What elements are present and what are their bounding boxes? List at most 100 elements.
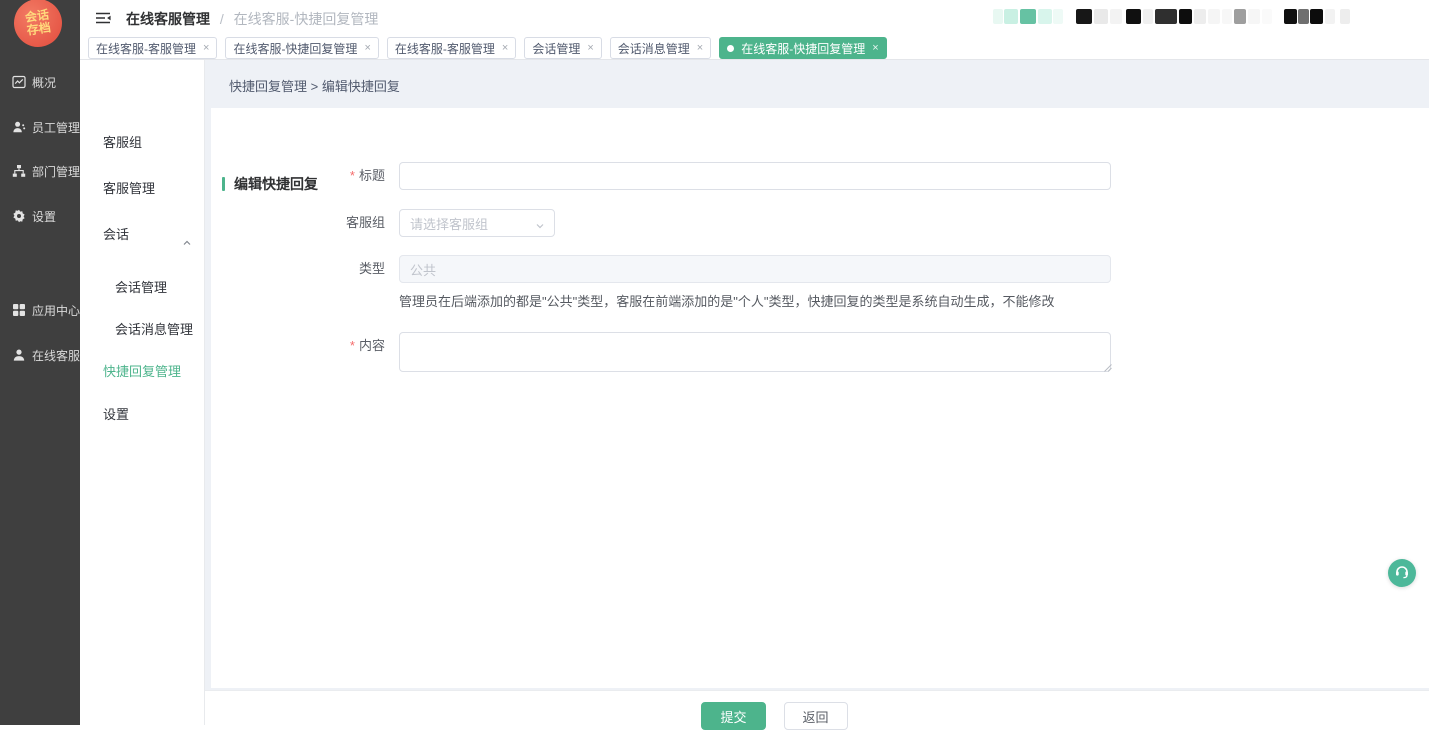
menu-item-6[interactable]: 设置 (103, 401, 129, 429)
submit-button[interactable]: 提交 (701, 702, 765, 730)
redacted-block (1222, 9, 1232, 24)
menu-item-0[interactable]: 客服组 (103, 129, 142, 157)
group-select-placeholder: 请选择客服组 (410, 214, 488, 233)
close-icon[interactable]: × (697, 43, 703, 54)
menu-item-5[interactable]: 快捷回复管理 (103, 358, 181, 386)
settings-icon (12, 209, 26, 223)
sidebar-item-label: 在线客服 (32, 347, 80, 364)
app-center-icon (12, 303, 26, 317)
form-card: 编辑快捷回复 *标题 客服组 请选择客服组 类型 管理员在后端添加的都是"公共"… (211, 108, 1429, 688)
sidebar-item-label: 应用中心 (32, 302, 80, 319)
redacted-block (1155, 9, 1177, 24)
tab-label: 在线客服-快捷回复管理 (233, 40, 357, 57)
redacted-block (1325, 9, 1335, 24)
redacted-block (1143, 9, 1153, 24)
menu-item-label: 客服管理 (103, 181, 155, 196)
redacted-block (1194, 9, 1206, 24)
menu-item-label: 会话管理 (115, 280, 167, 295)
logo-line2: 存档 (26, 21, 52, 37)
top-header: 在线客服管理 / 在线客服-快捷回复管理 (80, 0, 1429, 36)
menu-item-3[interactable]: 会话管理 (115, 274, 167, 302)
redacted-block (1094, 9, 1108, 24)
group-label: 客服组 (211, 209, 385, 237)
redacted-block (1038, 9, 1052, 24)
staff-icon (12, 120, 26, 134)
breadcrumb-root[interactable]: 在线客服管理 (126, 11, 210, 27)
redacted-block (1284, 9, 1297, 24)
menu-item-4[interactable]: 会话消息管理 (115, 316, 193, 344)
collapse-menu-icon[interactable] (95, 11, 111, 28)
sidebar-item-label: 设置 (32, 208, 56, 225)
chevron-up-icon (182, 230, 192, 258)
department-icon (12, 164, 26, 178)
redacted-block (1004, 9, 1018, 24)
redacted-block (1234, 9, 1246, 24)
close-icon[interactable]: × (203, 43, 209, 54)
tab-0[interactable]: 在线客服-客服管理 × (88, 37, 217, 59)
sidebar-item-staff[interactable]: 员工管理 (0, 113, 80, 141)
redacted-block (1020, 9, 1036, 24)
redacted-block (1053, 9, 1063, 24)
sidebar-item-overview[interactable]: 概况 (0, 68, 80, 96)
redacted-block (1126, 9, 1141, 24)
tab-2[interactable]: 在线客服-客服管理× (387, 37, 516, 59)
tab-label: 会话管理 (532, 40, 580, 57)
title-input[interactable] (399, 162, 1111, 190)
sidebar-item-app-center[interactable]: 应用中心 (0, 296, 80, 324)
required-asterisk: * (350, 168, 355, 183)
main-content: 快捷回复管理 > 编辑快捷回复 编辑快捷回复 *标题 客服组 请选择客服组 类型… (205, 60, 1429, 725)
menu-item-label: 客服组 (103, 135, 142, 150)
redacted-block (1248, 9, 1260, 24)
open-tabs-bar: 在线客服-客服管理×在线客服-快捷回复管理×在线客服-客服管理×会话管理×会话消… (80, 36, 1429, 60)
tab-label: 在线客服-客服管理 (96, 40, 196, 57)
tab-4[interactable]: 会话消息管理× (610, 37, 711, 59)
type-input-disabled (399, 255, 1111, 283)
redacted-block (993, 9, 1003, 24)
breadcrumb-separator: / (220, 11, 224, 27)
online-service-icon (12, 348, 26, 362)
type-help-text: 管理员在后端添加的都是"公共"类型，客服在前端添加的是"个人"类型，快捷回复的类… (399, 291, 1054, 310)
redacted-block (1110, 9, 1122, 24)
breadcrumb-current: 在线客服-快捷回复管理 (234, 11, 379, 27)
tab-label: 在线客服-快捷回复管理 (741, 40, 865, 57)
form-footer: 提交 返回 (205, 690, 1429, 725)
redacted-block (1262, 9, 1272, 24)
back-button[interactable]: 返回 (784, 702, 848, 730)
content-label: *内容 (211, 336, 385, 356)
tab-3[interactable]: 会话管理 × (524, 37, 601, 59)
tab-5-active[interactable]: 在线客服-快捷回复管理 × (719, 37, 886, 59)
group-select[interactable]: 请选择客服组 (399, 209, 555, 237)
menu-item-label: 设置 (103, 407, 129, 422)
sidebar-item-department[interactable]: 部门管理 (0, 157, 80, 185)
redacted-block (1298, 9, 1309, 24)
close-icon[interactable]: × (502, 43, 508, 54)
primary-sidebar: 会话 存档 概况员工管理部门管理设置应用中心在线客服 (0, 0, 80, 725)
page-breadcrumb: 快捷回复管理 > 编辑快捷回复 (229, 76, 400, 95)
sidebar-item-label: 部门管理 (32, 163, 80, 180)
close-icon[interactable]: × (364, 43, 370, 54)
redacted-block (1076, 9, 1092, 24)
menu-item-1[interactable]: 客服管理 (103, 175, 155, 203)
required-asterisk: * (350, 338, 355, 353)
help-float-button[interactable] (1388, 559, 1416, 587)
content-textarea[interactable] (399, 332, 1111, 372)
active-tab-dot-icon (727, 45, 734, 52)
redacted-block (1340, 9, 1350, 24)
sidebar-item-online-service[interactable]: 在线客服 (0, 341, 80, 369)
close-icon[interactable]: × (587, 43, 593, 54)
menu-item-2[interactable]: 会话 (103, 221, 129, 249)
sidebar-item-label: 员工管理 (32, 119, 80, 136)
app-logo[interactable]: 会话 存档 (11, 0, 65, 50)
overview-icon (12, 75, 26, 89)
headset-icon (1394, 564, 1410, 583)
redacted-block (1179, 9, 1192, 24)
menu-item-label: 会话消息管理 (115, 322, 193, 337)
sidebar-item-settings[interactable]: 设置 (0, 202, 80, 230)
close-icon[interactable]: × (872, 43, 878, 54)
type-label: 类型 (211, 255, 385, 283)
chevron-down-icon (535, 219, 545, 234)
redacted-block (1310, 9, 1323, 24)
tab-1[interactable]: 在线客服-快捷回复管理 × (225, 37, 378, 59)
title-label: *标题 (211, 162, 385, 190)
redacted-block (1208, 9, 1220, 24)
